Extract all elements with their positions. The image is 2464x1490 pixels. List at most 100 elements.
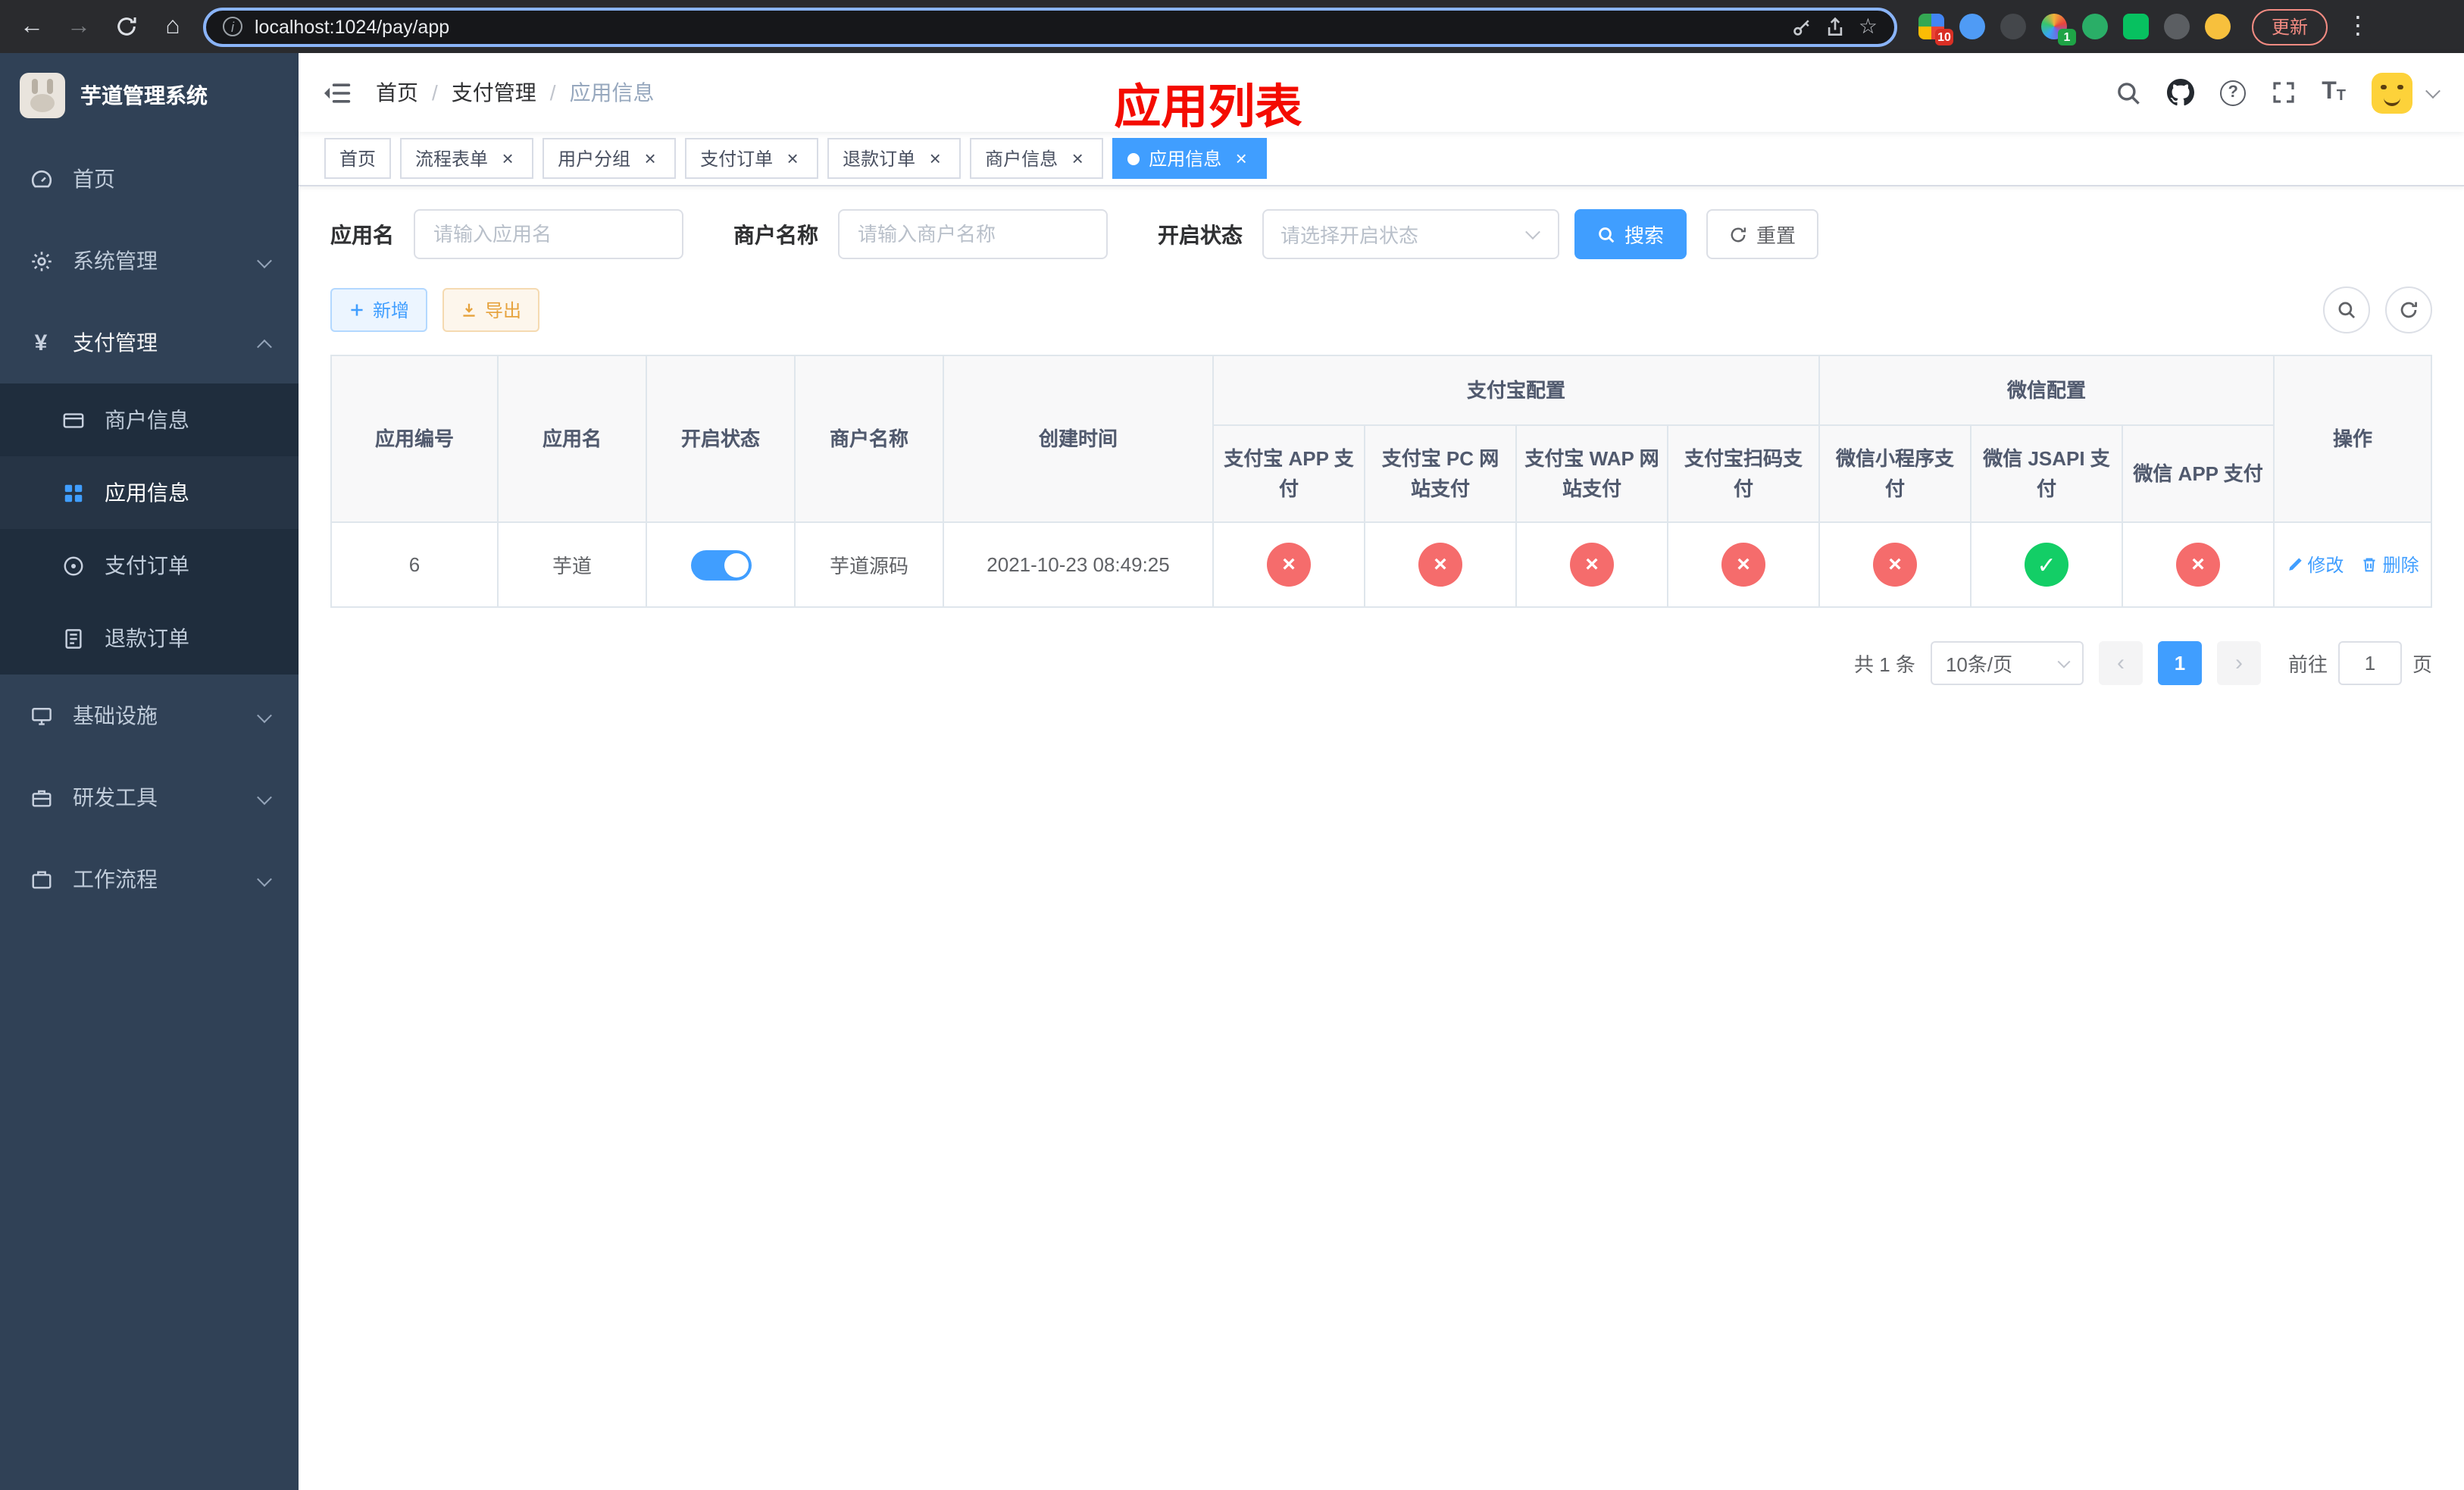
site-info-icon[interactable]: i: [223, 17, 242, 36]
close-icon[interactable]: ×: [1067, 148, 1088, 169]
page-1-button[interactable]: 1: [2157, 641, 2202, 685]
chevron-down-icon: [257, 703, 272, 728]
extension-dark-icon[interactable]: [2000, 14, 2026, 39]
sidebar-item-payment[interactable]: ¥ 支付管理: [0, 302, 299, 383]
alipay-qr-status-icon: ×: [1721, 543, 1765, 587]
avatar-dropdown-caret[interactable]: [2425, 83, 2441, 99]
document-icon: [61, 626, 85, 650]
tab-pay-order[interactable]: 支付订单 ×: [685, 138, 819, 179]
browser-update-button[interactable]: 更新: [2252, 8, 2328, 45]
share-icon[interactable]: [1825, 16, 1846, 37]
prev-page-button[interactable]: ‹: [2098, 641, 2143, 685]
browser-address-bar[interactable]: i localhost:1024/pay/app ☆: [203, 7, 1897, 46]
export-button[interactable]: 导出: [442, 288, 540, 332]
browser-forward-button[interactable]: →: [62, 10, 95, 43]
logo-image: [20, 73, 65, 118]
table-row: 6 芋道 芋道源码 2021-10-23 08:49:25 × × × × ×: [330, 521, 2432, 608]
bookmark-star-icon[interactable]: ☆: [1859, 14, 1878, 39]
app-table-wrapper: 应用编号 应用名 开启状态 商户名称 创建时间 支付宝配置 微信配置 操作 支付…: [330, 355, 2432, 608]
col-header-app-id: 应用编号: [330, 355, 499, 523]
status-select[interactable]: 请选择开启状态: [1262, 209, 1559, 259]
grid-icon: [61, 480, 85, 505]
cell-app-name: 芋道: [497, 521, 647, 608]
url-text: localhost:1024/pay/app: [255, 16, 450, 37]
extension-face-icon[interactable]: [2205, 14, 2231, 39]
dashboard-icon: [29, 167, 53, 191]
close-icon[interactable]: ×: [924, 148, 946, 169]
goto-page-input[interactable]: [2337, 641, 2402, 685]
col-header-wx-lite: 微信小程序支付: [1818, 424, 1972, 523]
help-icon[interactable]: ?: [2220, 80, 2247, 105]
add-button[interactable]: 新增: [330, 288, 428, 332]
edit-link[interactable]: 修改: [2286, 552, 2344, 578]
close-icon[interactable]: ×: [782, 148, 803, 169]
col-group-wechat: 微信配置: [1818, 355, 2275, 426]
table-toolbar: 新增 导出: [330, 286, 2432, 333]
tab-refund-order[interactable]: 退款订单 ×: [827, 138, 962, 179]
browser-home-button[interactable]: ⌂: [156, 10, 189, 43]
pagination-goto: 前往 页: [2288, 641, 2432, 685]
browser-refresh-button[interactable]: [109, 10, 142, 43]
tab-merchant-info[interactable]: 商户信息 ×: [970, 138, 1104, 179]
tab-user-group[interactable]: 用户分组 ×: [543, 138, 677, 179]
close-icon[interactable]: ×: [639, 148, 661, 169]
app-title: 芋道管理系统: [80, 83, 208, 108]
sidebar-item-merchant-info[interactable]: 商户信息: [0, 383, 299, 456]
sidebar-item-app-info[interactable]: 应用信息: [0, 456, 299, 529]
breadcrumb-home[interactable]: 首页: [376, 77, 418, 108]
col-header-alipay-app: 支付宝 APP 支付: [1212, 424, 1365, 523]
tab-app-info[interactable]: 应用信息 ×: [1112, 138, 1268, 179]
alipay-app-status-icon: ×: [1267, 543, 1311, 587]
extension-grid-icon[interactable]: 10: [1918, 14, 1953, 45]
password-key-icon[interactable]: [1792, 16, 1813, 37]
close-icon[interactable]: ×: [1230, 148, 1252, 169]
app-name-input[interactable]: [414, 209, 683, 259]
extension-gray-icon[interactable]: [2164, 14, 2190, 39]
extension-colorful-icon[interactable]: 1: [2041, 14, 2076, 45]
sidebar-item-label: 退款订单: [105, 626, 189, 650]
fullscreen-icon[interactable]: [2272, 80, 2296, 105]
status-toggle[interactable]: [690, 549, 751, 580]
app-frame: 芋道管理系统 首页 系统管理 ¥ 支付管理 商户信息 应用信息 支付订单 退款订…: [0, 53, 2464, 1490]
cell-app-id: 6: [330, 521, 499, 608]
search-button[interactable]: 搜索: [1574, 209, 1687, 259]
extension-blue-icon[interactable]: [1959, 14, 1985, 39]
briefcase-icon: [29, 867, 53, 891]
sidebar-item-refund-order[interactable]: 退款订单: [0, 602, 299, 675]
sidebar-item-devtools[interactable]: 研发工具: [0, 756, 299, 838]
browser-menu-icon[interactable]: ⋮: [2341, 10, 2375, 43]
reset-button[interactable]: 重置: [1706, 209, 1819, 259]
merchant-name-input[interactable]: [838, 209, 1108, 259]
close-icon[interactable]: ×: [497, 148, 518, 169]
header-search-icon[interactable]: [2115, 80, 2141, 105]
delete-link[interactable]: 删除: [2362, 552, 2419, 578]
sidebar-item-system[interactable]: 系统管理: [0, 220, 299, 302]
breadcrumb-payment[interactable]: 支付管理: [452, 77, 536, 108]
sidebar-item-home[interactable]: 首页: [0, 138, 299, 220]
sidebar-item-label: 系统管理: [73, 249, 158, 273]
col-header-alipay-pc: 支付宝 PC 网站支付: [1364, 424, 1517, 523]
tab-process-form[interactable]: 流程表单 ×: [400, 138, 534, 179]
sidebar-item-workflow[interactable]: 工作流程: [0, 838, 299, 920]
tab-home[interactable]: 首页: [324, 138, 392, 179]
col-header-created: 创建时间: [943, 355, 1214, 523]
sidebar-collapse-icon[interactable]: [324, 81, 352, 104]
user-avatar[interactable]: [2372, 72, 2412, 113]
extension-badge: 10: [1935, 29, 1953, 45]
sidebar-item-pay-order[interactable]: 支付订单: [0, 529, 299, 602]
sidebar-item-infrastructure[interactable]: 基础设施: [0, 675, 299, 756]
extensions-area: 10 1: [1918, 14, 2231, 45]
cell-status: [646, 521, 796, 608]
goto-label: 前往: [2287, 653, 2328, 676]
github-icon[interactable]: [2167, 79, 2195, 106]
wx-jsapi-status-icon: ✓: [2025, 543, 2069, 587]
page-size-select[interactable]: 10条/页: [1930, 641, 2084, 685]
refresh-table-button[interactable]: [2385, 286, 2432, 333]
tab-label: 流程表单: [415, 149, 489, 170]
next-page-button[interactable]: ›: [2216, 641, 2261, 685]
extension-green-circle-icon[interactable]: [2082, 14, 2108, 39]
browser-back-button[interactable]: ←: [15, 10, 48, 43]
font-size-icon[interactable]: TT: [2322, 80, 2346, 105]
extension-green-square-icon[interactable]: [2123, 14, 2149, 39]
toggle-search-button[interactable]: [2323, 286, 2370, 333]
